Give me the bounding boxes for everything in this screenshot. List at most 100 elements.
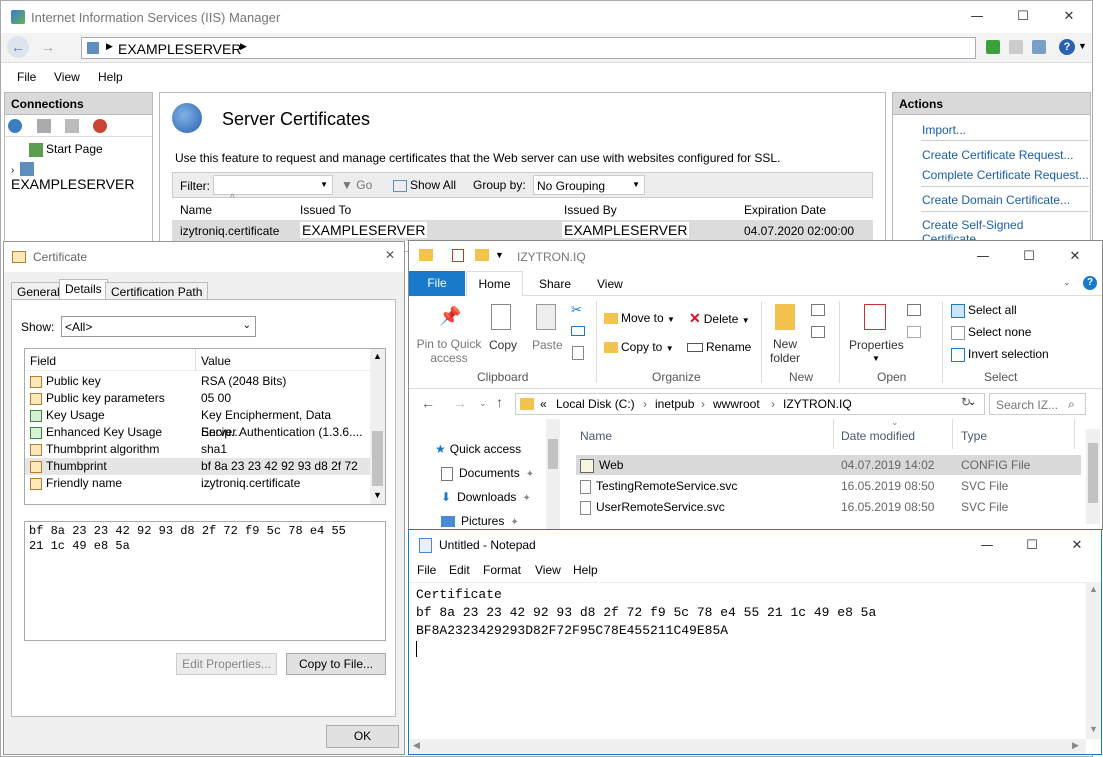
maximize-button[interactable]: ☐ [1006, 241, 1052, 271]
nav-documents[interactable]: Documents ✦ [441, 466, 534, 481]
tab-certification-path[interactable]: Certification Path [105, 282, 209, 300]
close-button[interactable]: ✕ [1046, 1, 1092, 31]
scrollbar-thumb[interactable] [372, 431, 383, 486]
show-all-button[interactable]: Show All [393, 178, 456, 192]
easy-access-icon[interactable] [811, 326, 825, 338]
path-segment[interactable]: inetpub [655, 397, 694, 411]
path-segment[interactable]: wwwroot [713, 397, 760, 411]
tab-home[interactable]: Home [466, 271, 523, 297]
home-icon[interactable] [1032, 40, 1046, 54]
new-item-icon[interactable] [811, 304, 825, 316]
maximize-button[interactable]: ☐ [1009, 530, 1055, 560]
up-button[interactable]: ↑ [496, 394, 503, 410]
list-item[interactable]: Public key RSA (2048 Bits) [25, 373, 370, 390]
new-folder-button[interactable]: New folder [765, 337, 805, 365]
path-bar[interactable]: « Local Disk (C:) › inetpub › wwwroot › … [515, 393, 985, 415]
minimize-button[interactable]: — [964, 530, 1010, 560]
path-segment[interactable]: IZYTRON.IQ [783, 397, 852, 411]
copy-to-button[interactable]: Copy to ▼ [604, 340, 674, 354]
tab-details[interactable]: Details [59, 279, 108, 300]
copy-button[interactable]: Copy [489, 338, 517, 352]
select-all-button[interactable]: Select all [951, 303, 1017, 318]
tab-file[interactable]: File [409, 271, 465, 296]
column-header[interactable]: Name [180, 203, 212, 217]
chevron-down-icon[interactable]: ⌄ [1063, 277, 1071, 288]
go-button[interactable]: ▼ Go [341, 178, 372, 192]
new-folder-icon[interactable] [475, 249, 489, 261]
chevron-down-icon[interactable]: ▼ [495, 250, 504, 260]
tab-general[interactable]: General [11, 282, 66, 300]
list-item[interactable]: Public key parameters 05 00 [25, 390, 370, 407]
delete-button[interactable]: ✕ Delete ▼ [689, 310, 750, 327]
show-select[interactable]: <All> ⌄ [61, 316, 256, 337]
disconnect-icon[interactable] [93, 119, 107, 133]
refresh-icon[interactable] [986, 40, 1000, 54]
close-button[interactable]: ✕ [1052, 241, 1098, 271]
file-row[interactable]: TestingRemoteService.svc 16.05.2019 08:5… [576, 476, 1081, 496]
minimize-button[interactable]: — [960, 241, 1006, 271]
tree-server[interactable]: ›EXAMPLESERVER [11, 160, 152, 192]
recent-chevron-icon[interactable]: ⌄ [479, 398, 487, 409]
list-item[interactable]: Key Usage Key Encipherment, Data Encip... [25, 407, 370, 439]
column-header[interactable]: Field [30, 354, 56, 368]
properties-icon[interactable] [452, 249, 464, 262]
chevron-down-icon[interactable]: ▼ [1078, 41, 1087, 51]
value-textbox[interactable]: bf 8a 23 23 42 92 93 d8 2f 72 f9 5c 78 e… [24, 521, 386, 641]
column-header[interactable]: Type [961, 429, 987, 443]
scrollbar-vertical[interactable]: ▲ ▼ [1086, 582, 1101, 739]
close-button[interactable]: ✕ [1054, 530, 1100, 560]
column-header[interactable]: Issued To [300, 203, 351, 217]
back-button[interactable]: ← [7, 36, 29, 58]
move-to-button[interactable]: Move to ▼ [604, 311, 675, 325]
search-box[interactable]: Search IZ... ⌕ [989, 393, 1086, 415]
rename-button[interactable]: Rename [687, 340, 751, 354]
column-header[interactable]: Name [580, 429, 612, 443]
help-icon[interactable]: ? [1059, 39, 1075, 55]
address-bar[interactable]: ▶ EXAMPLESERVER ▶ [81, 37, 976, 59]
filter-input[interactable]: ▼ [213, 175, 333, 195]
paste-shortcut-icon[interactable] [572, 346, 584, 360]
list-item[interactable]: Enhanced Key Usage Server Authentication … [25, 424, 370, 441]
save-icon[interactable] [37, 119, 51, 133]
notepad-editor[interactable]: Certificate bf 8a 23 23 42 92 93 d8 2f 7… [410, 582, 1086, 739]
scrollbar-horizontal[interactable]: ◀ ▶ [410, 739, 1086, 754]
menu-help[interactable]: Help [98, 70, 123, 84]
menu-view[interactable]: View [54, 70, 80, 84]
copy-to-file-button[interactable]: Copy to File... [286, 653, 386, 675]
column-header[interactable]: Expiration Date [744, 203, 826, 217]
column-header[interactable]: Issued By [564, 203, 617, 217]
action-complete-request[interactable]: Complete Certificate Request... [922, 168, 1089, 182]
maximize-button[interactable]: ☐ [1000, 1, 1046, 31]
minimize-button[interactable]: — [954, 1, 1000, 31]
list-item-selected[interactable]: Thumbprint bf 8a 23 23 42 92 93 d8 2f 72 … [25, 458, 370, 490]
refresh-icon[interactable]: ↻ [961, 395, 971, 409]
forward-button[interactable]: → [37, 36, 59, 58]
action-domain-cert[interactable]: Create Domain Certificate... [922, 193, 1070, 207]
path-overflow[interactable]: « [540, 397, 547, 411]
menu-file[interactable]: File [417, 563, 436, 577]
path-segment[interactable]: Local Disk (C:) [556, 397, 635, 411]
action-import[interactable]: Import... [922, 123, 966, 137]
menu-help[interactable]: Help [573, 563, 598, 577]
scrollbar[interactable] [546, 419, 560, 529]
menu-edit[interactable]: Edit [449, 563, 470, 577]
forward-button[interactable]: → [453, 395, 467, 411]
select-none-button[interactable]: Select none [951, 325, 1031, 340]
cut-icon[interactable]: ✂ [571, 302, 582, 318]
file-row[interactable]: Web 04.07.2019 14:02 CONFIG File [576, 455, 1081, 475]
scrollbar[interactable]: ▲ ▼ [370, 349, 385, 504]
help-icon[interactable]: ? [1083, 276, 1097, 290]
copy-path-icon[interactable] [571, 326, 585, 336]
pin-button[interactable]: Pin to Quick access [414, 337, 484, 365]
ok-button[interactable]: OK [326, 725, 399, 748]
up-icon[interactable] [65, 119, 79, 133]
back-button[interactable]: ← [421, 395, 435, 411]
edit-icon[interactable] [907, 326, 921, 338]
group-by-select[interactable]: No Grouping ▼ [533, 175, 645, 195]
stop-icon[interactable] [1009, 40, 1023, 54]
scrollbar-thumb[interactable] [548, 439, 558, 469]
file-row[interactable]: UserRemoteService.svc 16.05.2019 08:50 S… [576, 497, 1081, 517]
tree-start-page[interactable]: Start Page [29, 142, 103, 157]
action-create-request[interactable]: Create Certificate Request... [922, 148, 1073, 162]
invert-selection-button[interactable]: Invert selection [951, 347, 1049, 362]
